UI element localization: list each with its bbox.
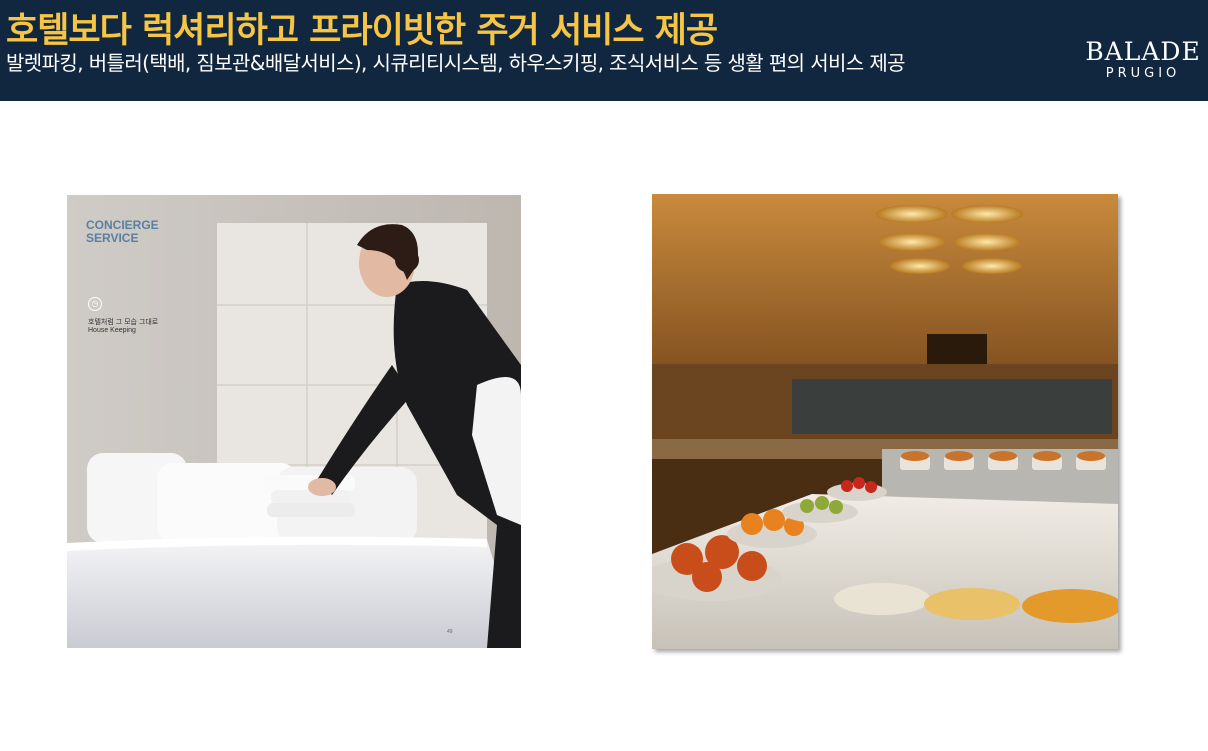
housekeeping-caption-en: House Keeping bbox=[88, 327, 136, 334]
housekeeping-illustration bbox=[67, 195, 521, 648]
page-title: 호텔보다 럭셔리하고 프라이빗한 주거 서비스 제공 bbox=[6, 11, 718, 51]
header-banner: 호텔보다 럭셔리하고 프라이빗한 주거 서비스 제공 발렛파킹, 버틀러(택배,… bbox=[0, 0, 1208, 101]
logo-wordmark-top: BALADE bbox=[1085, 37, 1201, 66]
breakfast-buffet-photo bbox=[652, 194, 1118, 649]
logo-wordmark-bottom: PRUGIO bbox=[1105, 66, 1181, 81]
brand-logo: BALADE PRUGIO bbox=[1085, 38, 1201, 82]
concierge-section-title: CONCIERGE SERVICE bbox=[86, 218, 159, 245]
housekeeping-photo: CONCIERGE SERVICE ◷ 호텔처럼 그 모습 그대로 House … bbox=[67, 195, 521, 648]
housekeeping-caption-ko: 호텔처럼 그 모습 그대로 bbox=[88, 319, 159, 326]
buffet-illustration bbox=[652, 194, 1118, 649]
page-number: 49 bbox=[447, 629, 453, 635]
page-subtitle: 발렛파킹, 버틀러(택배, 짐보관&배달서비스), 시큐리티시스템, 하우스키핑… bbox=[6, 51, 906, 75]
clock-icon: ◷ bbox=[88, 297, 102, 311]
